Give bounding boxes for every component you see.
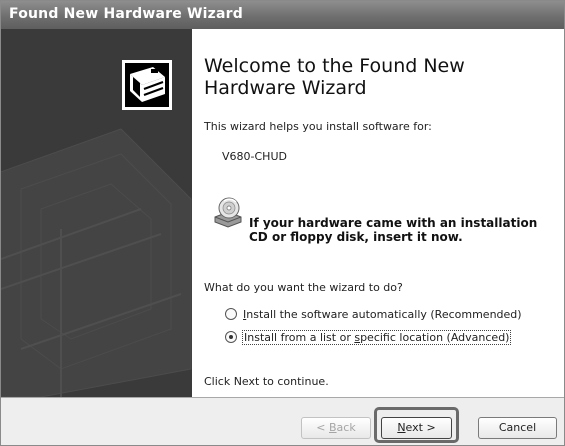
cd-drive-icon: [214, 197, 242, 228]
wizard-side-graphic: [1, 29, 192, 397]
radio-button-selected[interactable]: [225, 331, 237, 343]
option-install-automatically[interactable]: Install the software automatically (Reco…: [225, 306, 523, 322]
cd-prompt: If your hardware came with an installati…: [249, 216, 538, 244]
page-title: Welcome to the Found New Hardware Wizard: [204, 55, 465, 99]
intro-text: This wizard helps you install software f…: [204, 120, 432, 133]
cancel-button[interactable]: Cancel: [478, 417, 557, 439]
wizard-content: Welcome to the Found New Hardware Wizard…: [192, 29, 564, 397]
window-title: Found New Hardware Wizard: [9, 6, 243, 22]
back-button[interactable]: < Back: [301, 417, 371, 439]
option-label[interactable]: Install the software automatically (Reco…: [242, 308, 523, 321]
question-text: What do you want the wizard to do?: [204, 281, 403, 294]
option-install-from-list[interactable]: Install from a list or specific location…: [225, 329, 512, 345]
button-bar: < Back Next > Cancel: [1, 397, 564, 445]
hardware-box-icon: [122, 60, 172, 110]
continue-hint: Click Next to continue.: [204, 375, 329, 388]
title-bar[interactable]: Found New Hardware Wizard: [1, 1, 564, 29]
device-name: V680-CHUD: [222, 150, 287, 163]
radio-button[interactable]: [225, 308, 237, 320]
wizard-side-panel: [1, 29, 192, 397]
next-button[interactable]: Next >: [381, 417, 452, 439]
option-label[interactable]: Install from a list or specific location…: [242, 329, 512, 345]
wizard-window: Found New Hardware Wizard Welcome to the…: [0, 0, 565, 446]
